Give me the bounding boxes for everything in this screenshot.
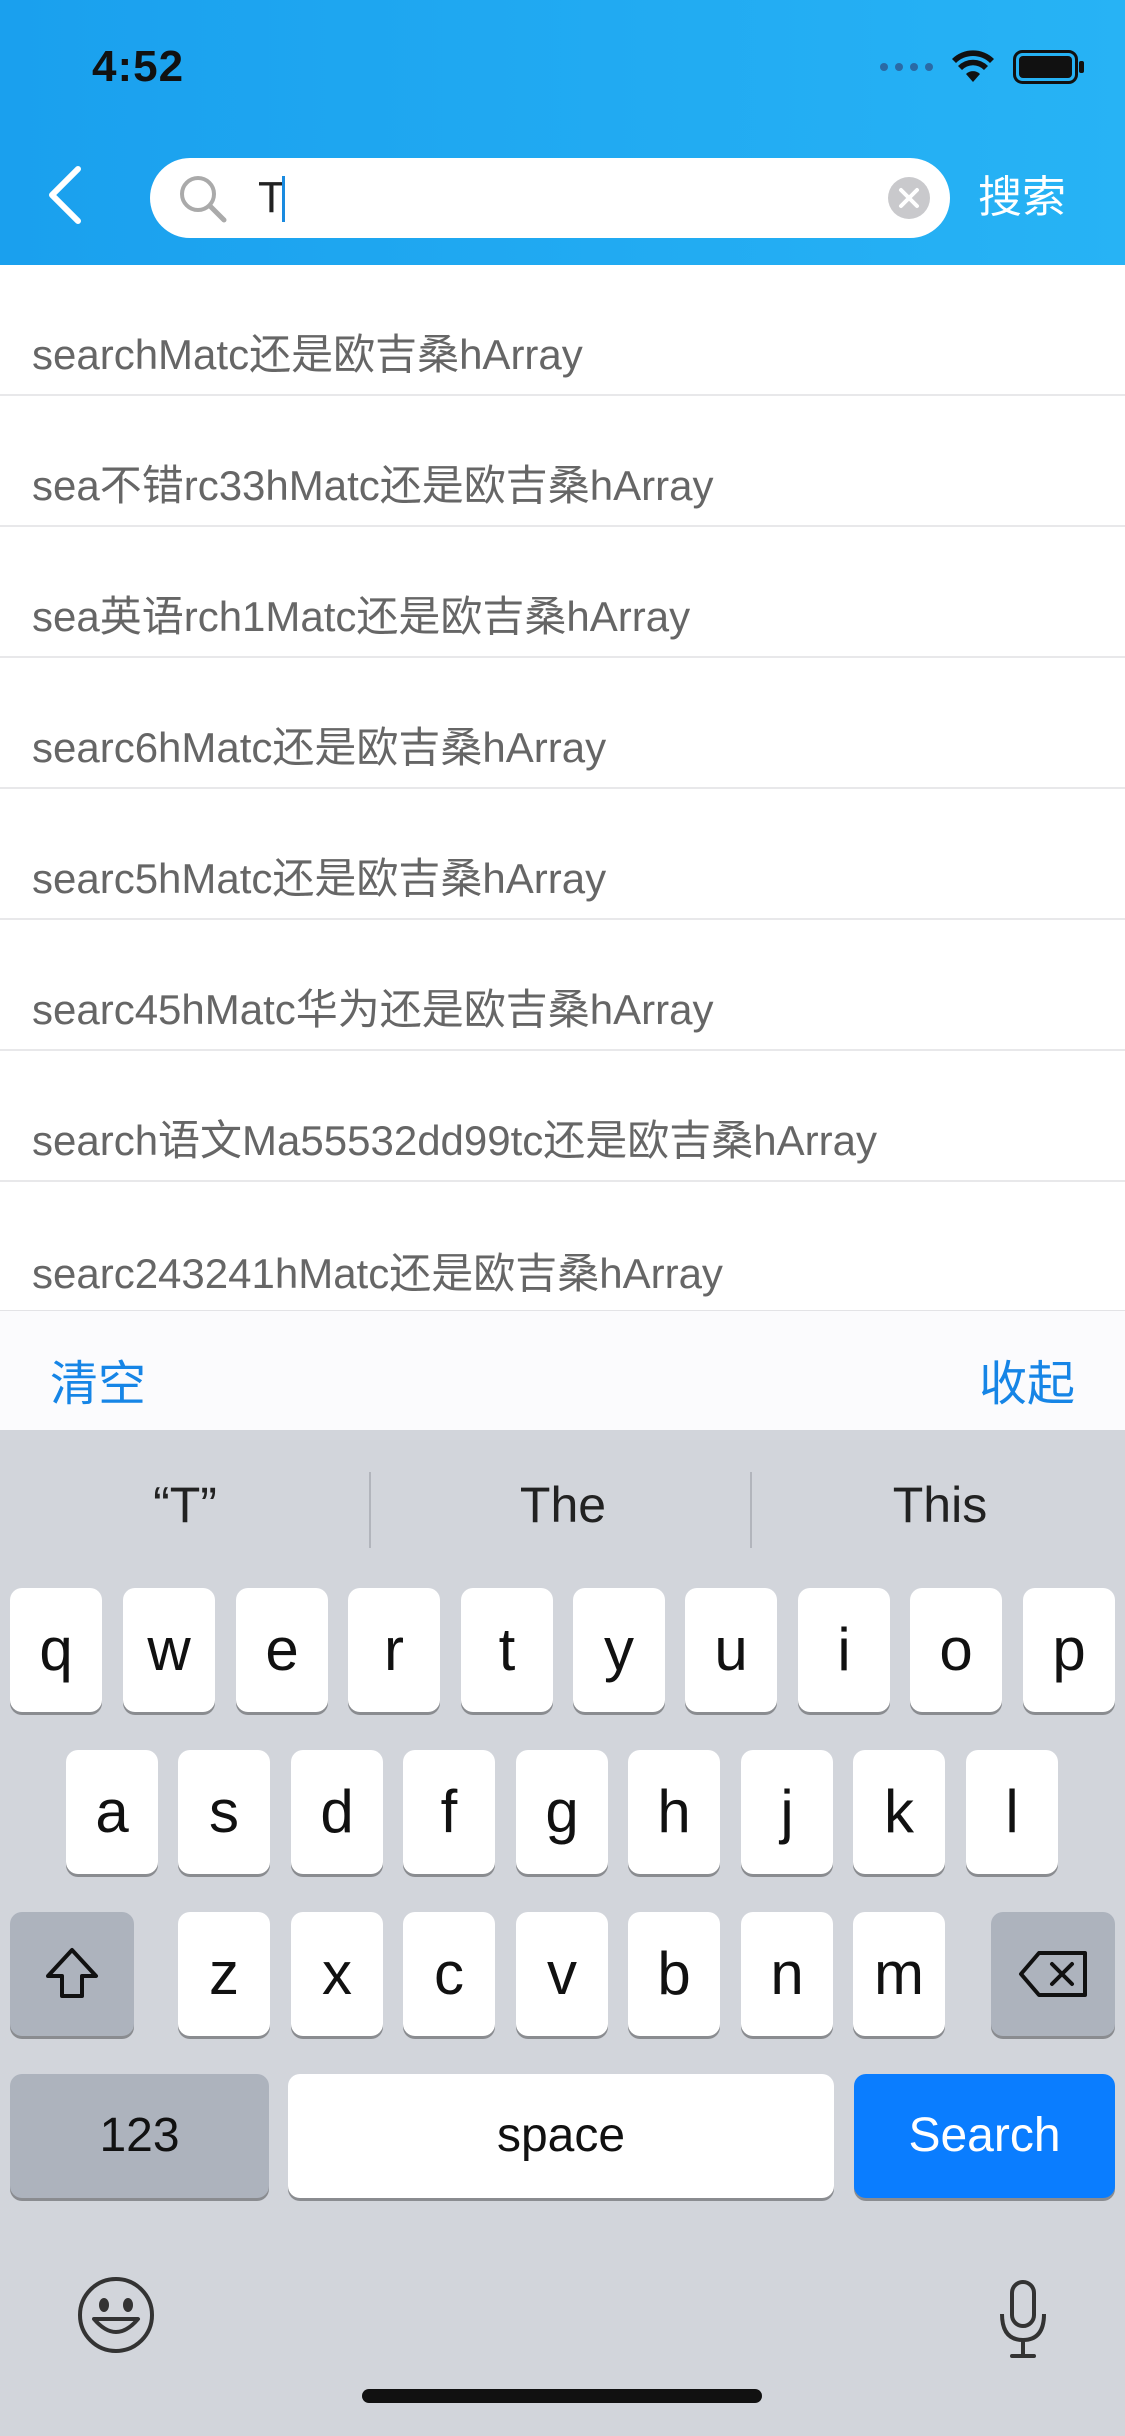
status-icons <box>880 50 1085 84</box>
key-v[interactable]: v <box>516 1912 608 2036</box>
emoji-icon[interactable] <box>76 2275 156 2355</box>
result-list: searchMatc还是欧吉桑hArray sea不错rc33hMatc还是欧吉… <box>0 265 1125 1313</box>
list-item[interactable]: sea不错rc33hMatc还是欧吉桑hArray <box>0 396 1125 527</box>
list-item-label: sea英语rch1Matc还是欧吉桑hArray <box>32 593 691 640</box>
clear-icon[interactable] <box>888 177 930 219</box>
prediction-3[interactable]: This <box>755 1476 1125 1534</box>
list-item-label: searc45hMatc华为还是欧吉桑hArray <box>32 986 714 1033</box>
shift-icon <box>46 1948 98 1998</box>
key-m[interactable]: m <box>853 1912 945 2036</box>
search-key[interactable]: Search <box>854 2074 1115 2198</box>
key-l[interactable]: l <box>966 1750 1058 1874</box>
search-field[interactable]: T <box>150 158 950 238</box>
back-chevron-icon[interactable] <box>42 165 92 225</box>
list-item[interactable]: searc6hMatc还是欧吉桑hArray <box>0 658 1125 789</box>
key-x[interactable]: x <box>291 1912 383 2036</box>
microphone-icon[interactable] <box>998 2280 1048 2360</box>
list-item-label: searc6hMatc还是欧吉桑hArray <box>32 724 607 771</box>
key-h[interactable]: h <box>628 1750 720 1874</box>
collapse-button[interactable]: 收起 <box>979 1344 1075 1414</box>
prediction-divider <box>750 1472 752 1548</box>
list-item[interactable]: sea英语rch1Matc还是欧吉桑hArray <box>0 527 1125 658</box>
prediction-1[interactable]: “T” <box>0 1476 370 1534</box>
key-n[interactable]: n <box>741 1912 833 2036</box>
key-e[interactable]: e <box>236 1588 328 1712</box>
key-q[interactable]: q <box>10 1588 102 1712</box>
magnifier-icon <box>180 176 227 223</box>
key-b[interactable]: b <box>628 1912 720 2036</box>
key-i[interactable]: i <box>798 1588 890 1712</box>
list-item[interactable]: searc5hMatc还是欧吉桑hArray <box>0 789 1125 920</box>
wifi-icon <box>952 50 994 82</box>
list-item[interactable]: search语文Ma55532dd99tc还是欧吉桑hArray <box>0 1051 1125 1182</box>
key-p[interactable]: p <box>1023 1588 1115 1712</box>
key-c[interactable]: c <box>403 1912 495 2036</box>
nav-header: 4:52 T 搜索 <box>0 0 1125 265</box>
status-time: 4:52 <box>92 42 185 91</box>
home-indicator[interactable] <box>362 2389 762 2403</box>
backspace-key[interactable] <box>991 1912 1115 2036</box>
key-f[interactable]: f <box>403 1750 495 1874</box>
search-button[interactable]: 搜索 <box>978 166 1066 230</box>
prediction-2[interactable]: The <box>378 1476 748 1534</box>
key-g[interactable]: g <box>516 1750 608 1874</box>
signal-dots-icon <box>880 63 933 71</box>
numbers-key[interactable]: 123 <box>10 2074 269 2198</box>
key-a[interactable]: a <box>66 1750 158 1874</box>
key-k[interactable]: k <box>853 1750 945 1874</box>
backspace-icon <box>1019 1951 1087 1997</box>
key-j[interactable]: j <box>741 1750 833 1874</box>
key-o[interactable]: o <box>910 1588 1002 1712</box>
key-r[interactable]: r <box>348 1588 440 1712</box>
key-s[interactable]: s <box>178 1750 270 1874</box>
prediction-bar: “T” The This <box>0 1430 1125 1590</box>
list-item-label: searc243241hMatc还是欧吉桑hArray <box>32 1250 723 1297</box>
keyboard: “T” The This q w e r t y u i o p a s d f… <box>0 1430 1125 2436</box>
list-item-label: search语文Ma55532dd99tc还是欧吉桑hArray <box>32 1117 878 1164</box>
key-w[interactable]: w <box>123 1588 215 1712</box>
list-item[interactable]: searc243241hMatc还是欧吉桑hArray <box>0 1182 1125 1313</box>
shift-key[interactable] <box>10 1912 134 2036</box>
prediction-divider <box>369 1472 371 1548</box>
list-item-label: sea不错rc33hMatc还是欧吉桑hArray <box>32 462 714 509</box>
key-u[interactable]: u <box>685 1588 777 1712</box>
list-item[interactable]: searchMatc还是欧吉桑hArray <box>0 265 1125 396</box>
key-z[interactable]: z <box>178 1912 270 2036</box>
key-d[interactable]: d <box>291 1750 383 1874</box>
battery-icon <box>1013 50 1084 84</box>
search-input[interactable]: T <box>258 170 818 226</box>
clear-history-button[interactable]: 清空 <box>50 1344 146 1414</box>
key-t[interactable]: t <box>461 1588 553 1712</box>
list-item[interactable]: searc45hMatc华为还是欧吉桑hArray <box>0 920 1125 1051</box>
text-caret <box>282 176 285 222</box>
list-item-label: searc5hMatc还是欧吉桑hArray <box>32 855 607 902</box>
action-bar: 清空 收起 <box>0 1310 1125 1431</box>
key-y[interactable]: y <box>573 1588 665 1712</box>
list-item-label: searchMatc还是欧吉桑hArray <box>32 331 583 378</box>
space-key[interactable]: space <box>288 2074 834 2198</box>
